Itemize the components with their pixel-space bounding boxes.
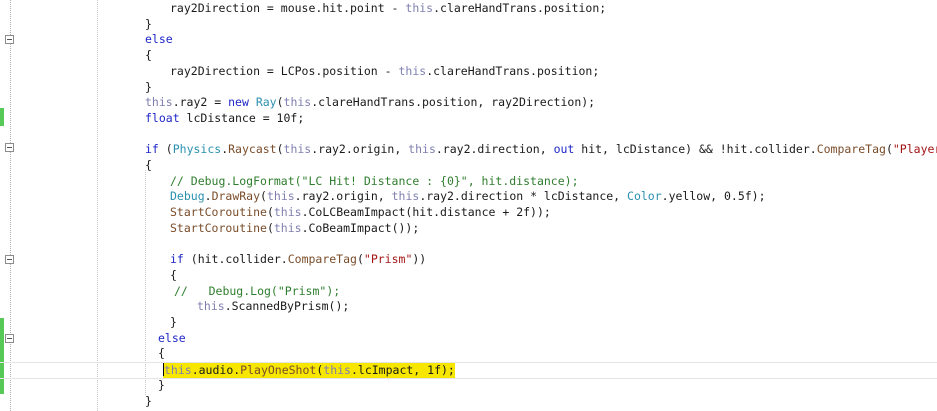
code-line[interactable]: {: [0, 268, 937, 283]
code-text: StartCoroutine(this.CoBeamImpact());: [170, 220, 420, 235]
code-line[interactable]: ray2Direction = mouse.hit.point - this.c…: [0, 1, 937, 16]
code-text: else: [158, 330, 186, 345]
code-text: float lcDistance = 10f;: [145, 110, 305, 125]
code-text: }: [170, 315, 177, 329]
code-line[interactable]: this.ray2 = new Ray(this.clareHandTrans.…: [0, 95, 937, 110]
code-text: }: [145, 79, 152, 94]
code-text: this.ScannedByPrism();: [197, 299, 350, 314]
code-line[interactable]: }: [0, 80, 937, 95]
code-line[interactable]: StartCoroutine(this.CoLCBeamImpact(hit.d…: [0, 205, 937, 220]
code-line[interactable]: // Debug.Log("Prism");: [0, 284, 937, 299]
code-text: // Debug.Log("Prism");: [174, 283, 341, 298]
code-text: {: [145, 48, 152, 63]
code-text: StartCoroutine(this.CoLCBeamImpact(hit.d…: [170, 205, 551, 220]
code-editor[interactable]: ray2Direction = mouse.hit.point - this.c…: [0, 0, 937, 411]
selected-code-text: this.audio.PlayOneShot(this.lcImpact, 1f…: [163, 363, 455, 379]
code-text: if (hit.collider.CompareTag("Prism")): [170, 252, 427, 267]
code-line[interactable]: if (hit.collider.CompareTag("Prism")): [0, 252, 937, 267]
code-text: }: [158, 377, 165, 392]
code-line[interactable]: [0, 127, 937, 142]
code-text: }: [145, 393, 152, 408]
code-text: }: [145, 16, 152, 31]
code-line[interactable]: {: [0, 158, 937, 173]
code-text: if (Physics.Raycast(this.ray2.origin, th…: [145, 142, 937, 157]
code-text: {: [158, 346, 165, 361]
code-text: else: [145, 32, 173, 47]
code-text: {: [145, 158, 152, 172]
code-line[interactable]: Debug.DrawRay(this.ray2.origin, this.ray…: [0, 189, 937, 204]
code-text: ray2Direction = LCPos.position - this.cl…: [170, 63, 600, 78]
code-text: ray2Direction = mouse.hit.point - this.c…: [170, 1, 607, 15]
code-text: Debug.DrawRay(this.ray2.origin, this.ray…: [170, 189, 766, 204]
code-line[interactable]: ray2Direction = LCPos.position - this.cl…: [0, 64, 937, 79]
code-line[interactable]: }: [0, 315, 937, 330]
code-text: {: [170, 267, 177, 282]
code-line[interactable]: {: [0, 346, 937, 361]
code-text: this.ray2 = new Ray(this.clareHandTrans.…: [145, 95, 596, 110]
code-line[interactable]: this.ScannedByPrism();: [0, 299, 937, 314]
code-line[interactable]: }: [0, 17, 937, 32]
code-line[interactable]: this.audio.PlayOneShot(this.lcImpact, 1f…: [0, 362, 937, 380]
code-line[interactable]: if (Physics.Raycast(this.ray2.origin, th…: [0, 142, 937, 157]
code-line[interactable]: // Debug.LogFormat("LC Hit! Distance : {…: [0, 174, 937, 189]
code-line[interactable]: float lcDistance = 10f;: [0, 111, 937, 126]
code-line[interactable]: StartCoroutine(this.CoBeamImpact());: [0, 221, 937, 236]
code-line[interactable]: [0, 237, 937, 252]
code-line[interactable]: else: [0, 32, 937, 47]
code-line[interactable]: else: [0, 331, 937, 346]
code-line[interactable]: }: [0, 378, 937, 393]
code-text: // Debug.LogFormat("LC Hit! Distance : {…: [170, 173, 579, 188]
code-line[interactable]: {: [0, 48, 937, 63]
code-line[interactable]: }: [0, 394, 937, 409]
